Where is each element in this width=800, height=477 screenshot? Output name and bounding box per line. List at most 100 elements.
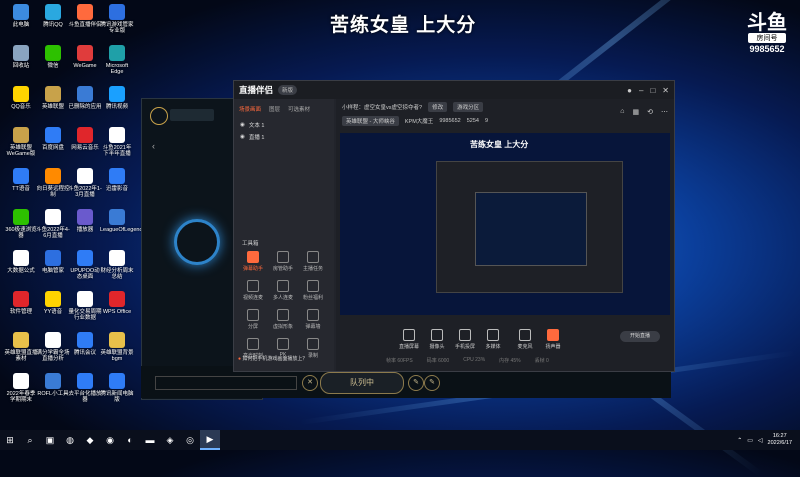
room-name-chip[interactable]: 英雄联盟 - 大师峡谷 [342,116,399,126]
minimize-icon[interactable]: – [639,86,643,95]
desktop-icon[interactable]: 2022年春季学期期末 [4,373,38,403]
close-icon[interactable]: ✕ [662,86,669,95]
desktop-icon[interactable]: 微信 [36,45,70,69]
desktop-icon[interactable]: QQ音乐 [4,86,38,110]
tab-materials[interactable]: 可选素材 [288,105,310,113]
desktop-icon[interactable]: Microsoft Edge [100,45,134,75]
desktop-icon[interactable]: 斗鱼2022年1-3月直播 [68,168,102,198]
edge-icon[interactable]: ◎ [180,430,200,450]
tool-item[interactable]: 弹幕墙 [298,309,328,330]
desktop-icon[interactable]: 电脑管家 [36,250,70,274]
desktop-icon[interactable]: 360极速浏览器 [4,209,38,239]
tool-item[interactable]: 弹幕助手 [238,251,268,272]
control-button[interactable]: 扬声器 [540,329,566,350]
tool-item[interactable]: 粉丝福利 [298,280,328,301]
volume-icon[interactable]: ◁ [758,437,763,444]
desktop-icon[interactable]: 播放器 [68,209,102,233]
windows-icon[interactable]: ⊞ [0,430,20,450]
desktop-icon[interactable]: 英雄联盟 [36,86,70,110]
wegame-icon[interactable]: ◈ [160,430,180,450]
desktop-icon[interactable]: 满分学霸全场直播分析 [36,332,70,362]
desktop-icon[interactable]: ROFL小工具 [36,373,70,397]
lock-icon[interactable]: ⌂ [620,108,624,116]
eye-icon[interactable]: ◉ [240,122,245,128]
start-live-button[interactable]: 开始直播 [620,331,660,342]
desktop-icon[interactable]: 百度网盘 [36,127,70,151]
desktop-icon[interactable]: 回收站 [4,45,38,69]
desktop-icon[interactable]: 腾讯新闻电脑版 [100,373,134,403]
desktop-icon[interactable]: 大数据公式 [4,250,38,274]
clock[interactable]: 16:27 2022/6/17 [768,433,792,447]
tool-item[interactable]: 分屏 [238,309,268,330]
live-app-icon[interactable]: ▶ [200,430,220,450]
desktop-icon[interactable]: LeagueOfLegends [100,209,145,233]
tool-item[interactable]: 视频连麦 [238,280,268,301]
control-button[interactable]: 麦克风 [512,329,538,350]
desktop-icon[interactable]: 财经分析周末总结 [100,250,134,280]
desktop-icon[interactable]: 量化交易周期行业数据 [68,291,102,321]
back-arrow-icon[interactable]: ‹ [152,141,155,151]
eye-icon[interactable]: ◉ [240,134,245,140]
desktop-icon[interactable]: TT语音 [4,168,38,192]
desktop-icon[interactable]: 向日葵远程控制 [36,168,70,198]
desktop-icon[interactable]: 斗鱼2022年4-6月直播 [36,209,70,239]
desktop-icon[interactable]: WeGame [68,45,102,69]
lol-search-box[interactable] [170,109,214,121]
desktop-icon[interactable]: 斗鱼直播伴侣 [68,4,102,28]
desktop-icon[interactable]: 英雄联盟背景bgm [100,332,134,362]
tool-item[interactable]: 主播任务 [298,251,328,272]
desktop-icon[interactable]: 此电脑 [4,4,38,28]
tool-item[interactable]: 多人连麦 [268,280,298,301]
douyu-icon[interactable]: ◆ [80,430,100,450]
share-icon[interactable]: ⟲ [647,108,653,116]
live-preview[interactable]: 苦练女皇 上大分 [340,133,670,315]
lol-chat-input[interactable] [155,376,297,390]
grid-icon[interactable]: ▦ [633,108,640,116]
desktop-icon[interactable]: 软件管理 [4,291,38,315]
desktop-icon[interactable]: WPS Office [100,291,134,315]
desktop-icon[interactable]: 已删除的应用 [68,86,102,110]
desktop-icon[interactable]: 腾讯游戏管家专业版 [100,4,134,34]
control-button[interactable]: 手机投屏 [452,329,478,350]
desktop-icon[interactable]: 英雄联盟直播素材 [4,332,38,362]
desktop-icon[interactable]: 英雄联盟WeGame版 [4,127,38,157]
desktop-icon[interactable]: 网易云音乐 [68,127,102,151]
maximize-icon[interactable]: □ [650,86,655,95]
desktop-icon[interactable]: UPUPOO动态桌面 [68,250,102,280]
qq-icon[interactable]: ◐ [120,430,140,450]
edit-title-button[interactable]: 修改 [428,102,448,112]
close-icon[interactable]: ✕ [302,375,318,391]
settings-icon[interactable]: ✎ [408,375,424,391]
avatar[interactable]: ● [627,86,632,95]
chrome-icon[interactable]: ◍ [60,430,80,450]
desktop-icon[interactable]: YY语音 [36,291,70,315]
desktop-icon[interactable]: 迅雷影音 [100,168,134,192]
more-icon[interactable]: ⋯ [661,108,668,116]
network-icon[interactable]: ▭ [747,437,753,444]
desktop-icon[interactable]: 腾讯会议 [68,332,102,356]
tab-layers[interactable]: 图层 [269,105,280,113]
desktop-icon[interactable]: 去平台化播放器 [68,373,102,403]
search-icon[interactable]: ⌕ [20,430,40,450]
live-app-window[interactable]: 直播伴侣 新版 ● – □ ✕ 场景画面 图层 可选素材 ◉ 文本 1 ◉ 直播… [233,80,675,372]
folder-icon[interactable]: ▬ [140,430,160,450]
queue-button[interactable]: 队列中 [320,372,404,394]
tab-scene[interactable]: 场景画面 [239,105,261,113]
tool-item[interactable]: 房管助手 [268,251,298,272]
scene-item[interactable]: ◉ 直播 1 [234,131,334,143]
control-button[interactable]: 多媒体 [480,329,506,350]
app-version-badge[interactable]: 新版 [278,85,298,95]
scene-item[interactable]: ◉ 文本 1 [234,119,334,131]
tool-item[interactable]: 虚拟形象 [268,309,298,330]
chevron-up-icon[interactable]: ⌃ [737,437,742,444]
wechat-icon[interactable]: ◉ [100,430,120,450]
desktop-icon[interactable]: 斗鱼2021年下半年直播 [100,127,134,157]
help-notice[interactable]: ● 如何把手机游戏画面播放上？ [238,355,307,362]
desktop-icon[interactable]: 腾讯视频 [100,86,134,110]
control-button[interactable]: 摄像头 [424,329,450,350]
desktop-icon[interactable]: 腾讯QQ [36,4,70,28]
task-view-icon[interactable]: ▣ [40,430,60,450]
category-chip[interactable]: 游戏分区 [453,102,484,112]
control-button[interactable]: 直播屏幕 [396,329,422,350]
edit-icon[interactable]: ✎ [424,375,440,391]
